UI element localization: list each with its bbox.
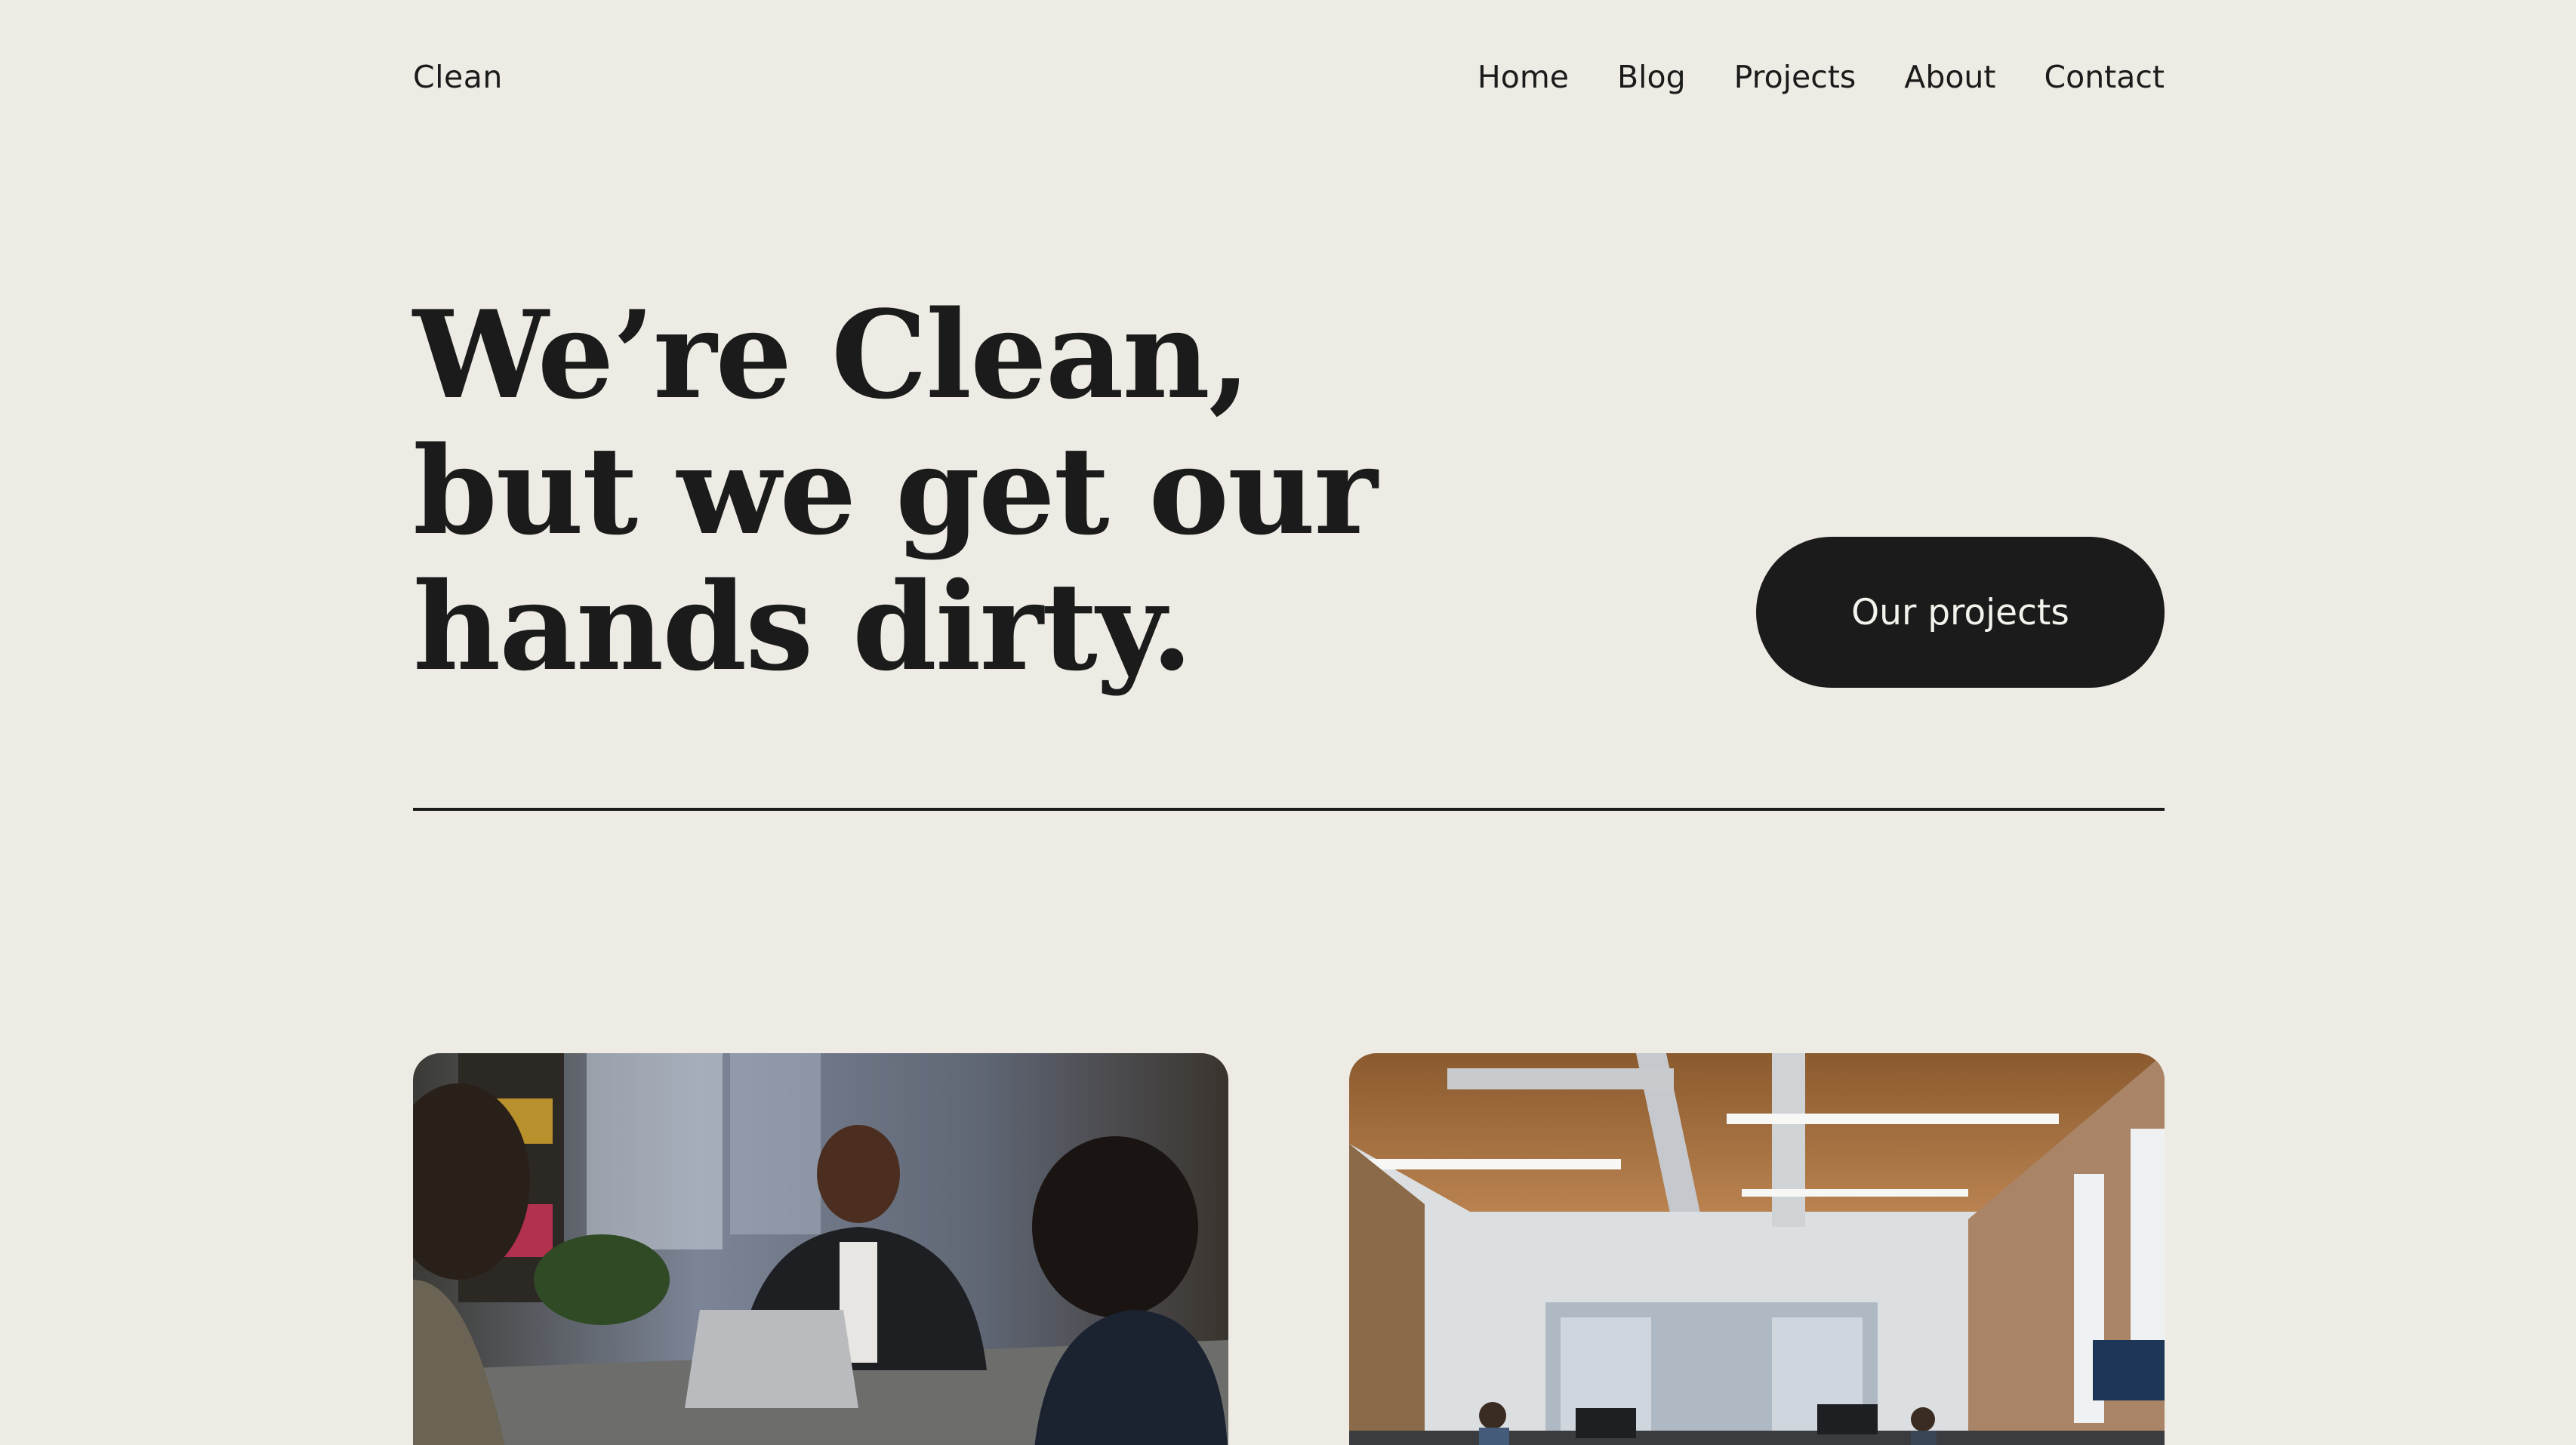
open-office-photo[interactable] [1349, 1053, 2165, 1445]
team-meeting-image [413, 1053, 1228, 1445]
our-projects-button[interactable]: Our projects [1756, 537, 2165, 688]
nav-contact-link[interactable]: Contact [2044, 54, 2165, 100]
hero-title-line: but we get our [413, 420, 1378, 562]
team-meeting-photo[interactable] [413, 1053, 1228, 1445]
nav-home-link[interactable]: Home [1478, 54, 1569, 100]
hero-title-line: hands dirty. [413, 556, 1193, 698]
hero-title-line: We’re Clean, [413, 284, 1251, 426]
hero-divider [413, 808, 2165, 811]
open-office-image [1349, 1053, 2165, 1445]
hero-title: We’re Clean, but we get our hands dirty. [413, 287, 1470, 695]
nav-projects-link[interactable]: Projects [1734, 54, 1857, 100]
nav-blog-link[interactable]: Blog [1617, 54, 1686, 100]
site-logo[interactable]: Clean [413, 54, 503, 100]
main-nav: Home Blog Projects About Contact [1478, 54, 2165, 100]
nav-about-link[interactable]: About [1904, 54, 1995, 100]
page: Clean Home Blog Projects About Contact W… [0, 0, 2576, 1445]
